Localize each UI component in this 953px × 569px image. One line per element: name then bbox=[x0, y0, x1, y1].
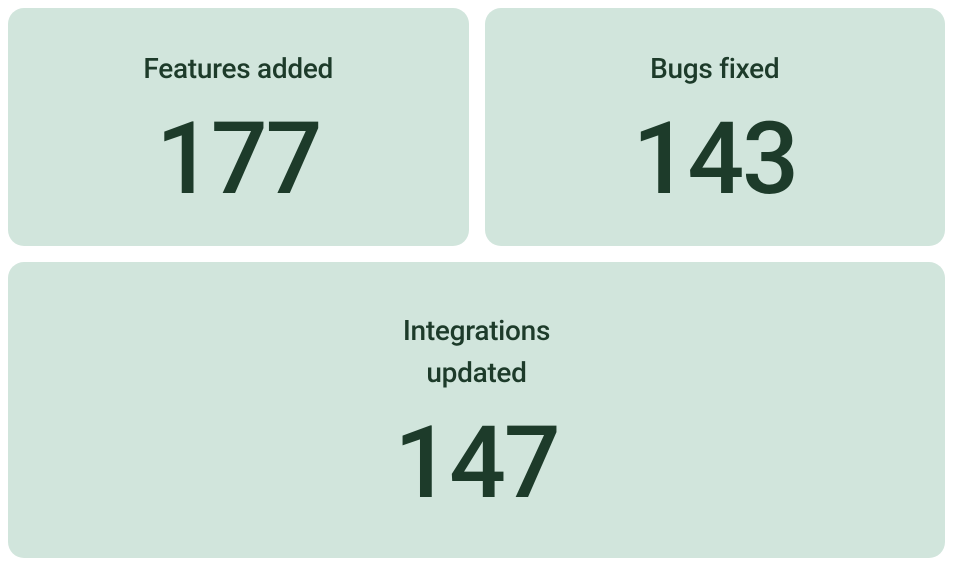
stat-value: 177 bbox=[156, 110, 321, 210]
stat-label: Features added bbox=[143, 48, 333, 90]
stat-value: 143 bbox=[632, 110, 797, 210]
stats-grid: Features added 177 Bugs fixed 143 Integr… bbox=[8, 8, 945, 558]
stat-label: Integrations updated bbox=[367, 310, 587, 394]
stat-card-integrations-updated: Integrations updated 147 bbox=[8, 262, 945, 558]
stat-value: 147 bbox=[394, 414, 559, 514]
stat-label: Bugs fixed bbox=[650, 48, 779, 90]
stat-card-bugs-fixed: Bugs fixed 143 bbox=[485, 8, 946, 246]
stat-card-features-added: Features added 177 bbox=[8, 8, 469, 246]
